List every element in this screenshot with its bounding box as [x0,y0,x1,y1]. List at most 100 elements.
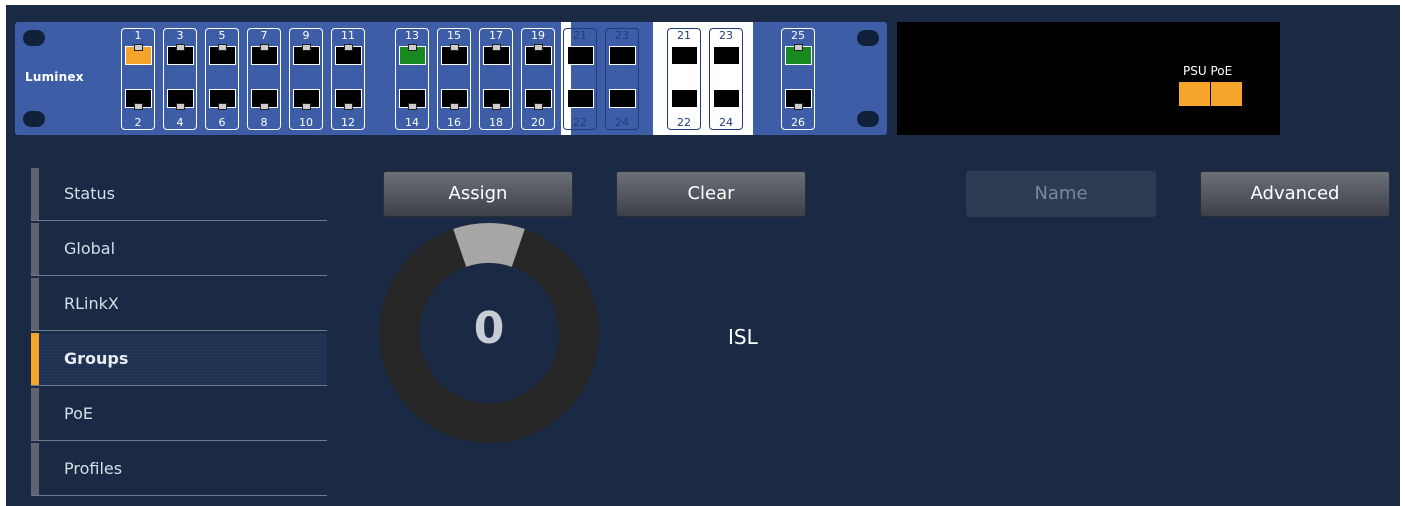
port-latch [134,103,143,110]
nav-indicator-active [31,333,39,385]
port-latch [302,44,311,51]
port-socket-icon [125,89,152,110]
port-socket-icon [251,89,278,110]
nav-indicator [31,168,39,220]
sidebar-item-status[interactable]: Status [31,168,327,221]
port-number: 1 [134,29,142,42]
port-socket-icon [713,89,740,108]
clear-button[interactable]: Clear [616,171,806,217]
port-socket-icon [609,46,636,65]
mount-hole [23,30,45,46]
port-latch [408,103,417,110]
sidebar-item-label: RLinkX [64,294,119,313]
port-20[interactable]: 20 [521,79,555,130]
psu-poe-label: PSU PoE [1183,64,1232,78]
port-socket-icon [609,89,636,108]
port-socket-icon [713,46,740,65]
port-latch [492,44,501,51]
port-23-sfp[interactable]: 23 [709,28,743,79]
port-socket-icon [785,44,812,65]
port-9[interactable]: 9 [289,28,323,79]
port-socket-icon [671,46,698,65]
port-21-sfp[interactable]: 21 [667,28,701,79]
port-22-sfp[interactable]: 22 [667,79,701,130]
port-socket-icon [167,89,194,110]
port-21-sfp[interactable]: 21 [563,28,597,79]
sidebar-item-profiles[interactable]: Profiles [31,443,327,496]
sidebar-item-rlinkx[interactable]: RLinkX [31,278,327,331]
poe-label: PoE [1210,64,1233,78]
poe-led [1211,82,1242,106]
port-26[interactable]: 26 [781,79,815,130]
port-latch [408,44,417,51]
mount-hole [857,30,879,46]
port-latch [344,103,353,110]
port-24-sfp[interactable]: 24 [709,79,743,130]
sidebar-item-poe[interactable]: PoE [31,388,327,441]
port-number: 6 [218,116,226,129]
port-1[interactable]: 1 [121,28,155,79]
port-13[interactable]: 13 [395,28,429,79]
nav-indicator [31,443,39,495]
port-socket-icon [293,89,320,110]
port-19[interactable]: 19 [521,28,555,79]
port-socket-icon [441,44,468,65]
port-latch [176,44,185,51]
port-latch [450,44,459,51]
port-17[interactable]: 17 [479,28,513,79]
port-10[interactable]: 10 [289,79,323,130]
port-socket-icon [483,44,510,65]
port-25[interactable]: 25 [781,28,815,79]
port-16[interactable]: 16 [437,79,471,130]
luminex-logo: Luminex [25,70,84,84]
name-button[interactable]: Name [966,171,1156,217]
port-8[interactable]: 8 [247,79,281,130]
port-socket-icon [671,89,698,108]
port-23-sfp[interactable]: 23 [605,28,639,79]
port-latch [260,103,269,110]
port-number: 18 [489,116,503,129]
port-11[interactable]: 11 [331,28,365,79]
port-number: 3 [176,29,184,42]
port-22-sfp[interactable]: 22 [563,79,597,130]
port-socket-icon [567,89,594,108]
port-2[interactable]: 2 [121,79,155,130]
port-12[interactable]: 12 [331,79,365,130]
port-15[interactable]: 15 [437,28,471,79]
advanced-button[interactable]: Advanced [1200,171,1390,217]
sidebar-item-groups[interactable]: Groups [31,333,327,386]
port-3[interactable]: 3 [163,28,197,79]
port-number: 17 [489,29,503,42]
port-6[interactable]: 6 [205,79,239,130]
nav-indicator [31,278,39,330]
port-5[interactable]: 5 [205,28,239,79]
port-socket-icon [293,44,320,65]
port-socket-icon [335,44,362,65]
port-number: 14 [405,116,419,129]
port-18[interactable]: 18 [479,79,513,130]
port-4[interactable]: 4 [163,79,197,130]
psu-led [1179,82,1210,106]
sidebar-item-label: Groups [64,349,129,368]
port-number: 7 [260,29,268,42]
assign-button[interactable]: Assign [383,171,573,217]
mount-hole [857,111,879,127]
port-socket-icon [125,44,152,65]
psu-label: PSU [1183,64,1207,78]
port-7[interactable]: 7 [247,28,281,79]
status-indicator-panel: PSU PoE [897,22,1280,135]
port-number: 15 [447,29,461,42]
port-14[interactable]: 14 [395,79,429,130]
switch-config-window: Luminex 1 3 5 7 9 11 2 4 6 8 10 12 13 15 17 19 21 23 14 16 1… [6,5,1400,506]
port-socket-icon [335,89,362,110]
port-socket-icon [251,44,278,65]
port-24-sfp[interactable]: 24 [605,79,639,130]
port-number: 24 [719,116,733,129]
port-latch [534,44,543,51]
sidebar-item-global[interactable]: Global [31,223,327,276]
port-latch [218,103,227,110]
port-latch [534,103,543,110]
port-number: 22 [573,116,587,129]
port-number: 24 [615,116,629,129]
port-number: 20 [531,116,545,129]
